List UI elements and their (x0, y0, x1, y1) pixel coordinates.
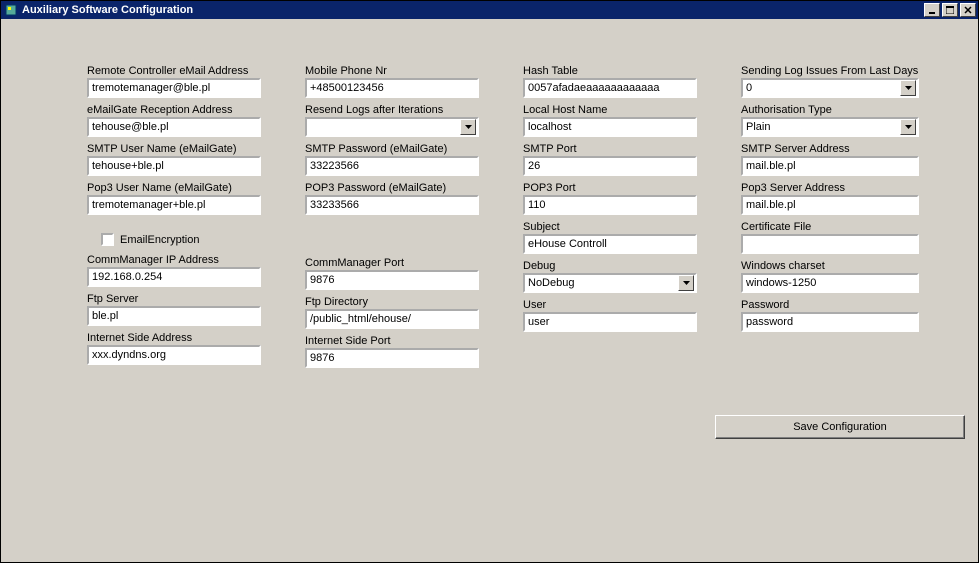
mobile-input[interactable] (305, 78, 479, 98)
internet-address-label: Internet Side Address (87, 332, 261, 344)
reception-address-label: eMailGate Reception Address (87, 104, 261, 116)
cert-file-label: Certificate File (741, 221, 919, 233)
internet-address-input[interactable] (87, 345, 261, 365)
cm-port-label: CommManager Port (305, 257, 479, 269)
window-title: Auxiliary Software Configuration (22, 4, 922, 16)
cm-ip-label: CommManager IP Address (87, 254, 261, 266)
remote-email-input[interactable] (87, 78, 261, 98)
ftp-server-label: Ftp Server (87, 293, 261, 305)
smtp-user-input[interactable] (87, 156, 261, 176)
column-2: Mobile Phone Nr Resend Logs after Iterat… (305, 65, 479, 368)
charset-input[interactable] (741, 273, 919, 293)
charset-label: Windows charset (741, 260, 919, 272)
column-4: Sending Log Issues From Last Days 0 Auth… (741, 65, 919, 332)
subject-input[interactable] (523, 234, 697, 254)
column-3: Hash Table Local Host Name SMTP Port POP… (523, 65, 697, 332)
smtp-user-label: SMTP User Name (eMailGate) (87, 143, 261, 155)
pop3-pass-input[interactable] (305, 195, 479, 215)
send-log-value: 0 (746, 82, 752, 94)
user-input[interactable] (523, 312, 697, 332)
auth-type-label: Authorisation Type (741, 104, 919, 116)
remote-email-label: Remote Controller eMail Address (87, 65, 261, 77)
chevron-down-icon (678, 275, 694, 291)
debug-value: NoDebug (528, 277, 574, 289)
hash-input[interactable] (523, 78, 697, 98)
password-label: Password (741, 299, 919, 311)
save-button-label: Save Configuration (793, 421, 887, 433)
smtp-port-input[interactable] (523, 156, 697, 176)
hash-label: Hash Table (523, 65, 697, 77)
email-encryption-checkbox[interactable] (101, 233, 114, 246)
smtp-port-label: SMTP Port (523, 143, 697, 155)
pop3-pass-label: POP3 Password (eMailGate) (305, 182, 479, 194)
chevron-down-icon (900, 119, 916, 135)
subject-label: Subject (523, 221, 697, 233)
pop3-port-input[interactable] (523, 195, 697, 215)
pop3-user-label: Pop3 User Name (eMailGate) (87, 182, 261, 194)
resend-logs-select[interactable] (305, 117, 479, 137)
cm-ip-input[interactable] (87, 267, 261, 287)
auth-type-value: Plain (746, 121, 770, 133)
maximize-button[interactable] (942, 3, 958, 17)
chevron-down-icon (900, 80, 916, 96)
email-encryption-row: EmailEncryption (101, 233, 261, 246)
ftp-server-input[interactable] (87, 306, 261, 326)
resend-logs-label: Resend Logs after Iterations (305, 104, 479, 116)
debug-select[interactable]: NoDebug (523, 273, 697, 293)
reception-address-input[interactable] (87, 117, 261, 137)
pop3-port-label: POP3 Port (523, 182, 697, 194)
debug-label: Debug (523, 260, 697, 272)
internet-port-label: Internet Side Port (305, 335, 479, 347)
smtp-server-label: SMTP Server Address (741, 143, 919, 155)
cert-file-input[interactable] (741, 234, 919, 254)
ftp-dir-label: Ftp Directory (305, 296, 479, 308)
internet-port-input[interactable] (305, 348, 479, 368)
smtp-pass-label: SMTP Password (eMailGate) (305, 143, 479, 155)
app-icon (4, 3, 18, 17)
user-label: User (523, 299, 697, 311)
send-log-label: Sending Log Issues From Last Days (741, 65, 919, 77)
password-input[interactable] (741, 312, 919, 332)
local-host-input[interactable] (523, 117, 697, 137)
pop3-server-label: Pop3 Server Address (741, 182, 919, 194)
email-encryption-label: EmailEncryption (120, 234, 199, 246)
column-1: Remote Controller eMail Address eMailGat… (87, 65, 261, 365)
titlebar: Auxiliary Software Configuration (1, 1, 978, 19)
mobile-label: Mobile Phone Nr (305, 65, 479, 77)
pop3-user-input[interactable] (87, 195, 261, 215)
smtp-pass-input[interactable] (305, 156, 479, 176)
send-log-select[interactable]: 0 (741, 78, 919, 98)
ftp-dir-input[interactable] (305, 309, 479, 329)
minimize-button[interactable] (924, 3, 940, 17)
window-frame: Auxiliary Software Configuration Remote … (0, 0, 979, 563)
close-button[interactable] (960, 3, 976, 17)
pop3-server-input[interactable] (741, 195, 919, 215)
client-area: Remote Controller eMail Address eMailGat… (1, 19, 978, 562)
chevron-down-icon (460, 119, 476, 135)
local-host-label: Local Host Name (523, 104, 697, 116)
cm-port-input[interactable] (305, 270, 479, 290)
auth-type-select[interactable]: Plain (741, 117, 919, 137)
smtp-server-input[interactable] (741, 156, 919, 176)
save-configuration-button[interactable]: Save Configuration (715, 415, 965, 439)
